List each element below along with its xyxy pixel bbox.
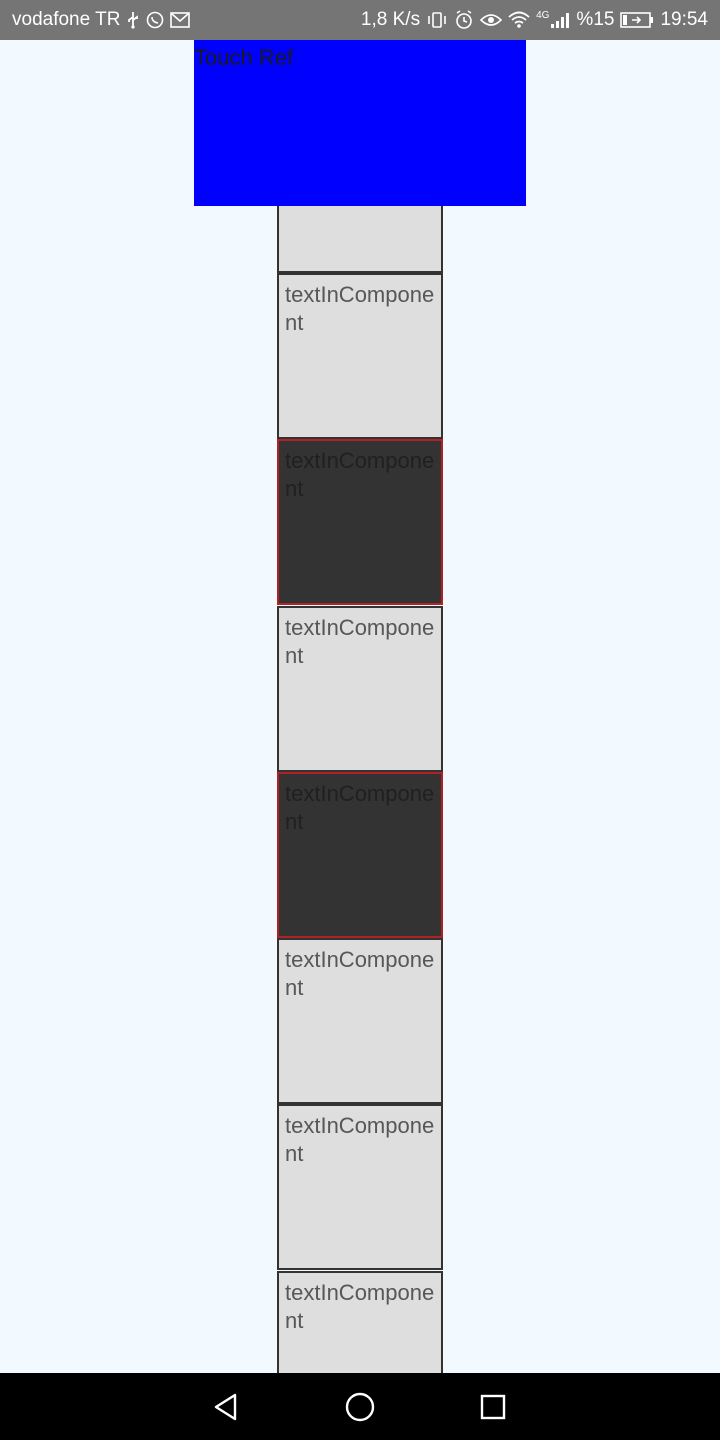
- touch-ref-label: Touch Ref: [194, 45, 294, 70]
- home-icon[interactable]: [344, 1391, 376, 1423]
- list-item[interactable]: textInComponent: [277, 1271, 443, 1373]
- alarm-icon: [454, 10, 474, 30]
- list-item[interactable]: textInComponent: [277, 273, 443, 439]
- list-item-text: textInComponent: [285, 1280, 435, 1333]
- battery-percent: %15: [576, 9, 615, 30]
- clock: 19:54: [660, 9, 708, 30]
- vibrate-icon: [426, 11, 448, 29]
- list-item-text: textInComponent: [285, 615, 435, 668]
- list-item-text: textInComponent: [285, 781, 435, 834]
- network-speed: 1,8 K/s: [360, 9, 421, 30]
- list-item[interactable]: textInComponent: [277, 938, 443, 1104]
- list-item-selected[interactable]: textInComponent: [277, 772, 443, 938]
- status-left: vodafone TR: [12, 0, 191, 40]
- list-item-text: textInComponent: [285, 1113, 435, 1166]
- carrier-name: vodafone TR: [12, 9, 121, 30]
- recents-icon[interactable]: [477, 1391, 509, 1423]
- scroll-content[interactable]: textInComponent textInComponent textInCo…: [0, 40, 720, 1373]
- usb-icon: [126, 11, 140, 29]
- list-item-selected[interactable]: textInComponent: [277, 439, 443, 605]
- wifi-icon: [508, 11, 530, 29]
- list-item[interactable]: textInComponent: [277, 606, 443, 772]
- whatsapp-icon: [146, 11, 164, 29]
- list-item-text: textInComponent: [285, 282, 435, 335]
- signal-icon: 4G: [536, 11, 570, 29]
- status-right: 1,8 K/s 4G %15 19:54: [361, 0, 708, 40]
- battery-charging-icon: [620, 11, 654, 29]
- status-bar: vodafone TR 1,8 K/s 4G %15 19:54: [0, 0, 720, 40]
- list-item[interactable]: textInComponent: [277, 1104, 443, 1270]
- list-item-text: textInComponent: [285, 947, 435, 1000]
- back-icon[interactable]: [211, 1391, 243, 1423]
- touch-ref-box[interactable]: Touch Ref: [194, 40, 526, 206]
- nav-bar: [0, 1373, 720, 1440]
- network-type: 4G: [536, 10, 550, 21]
- gmail-icon: [170, 12, 191, 28]
- eye-comfort-icon: [480, 12, 503, 28]
- list-item-text: textInComponent: [285, 448, 435, 501]
